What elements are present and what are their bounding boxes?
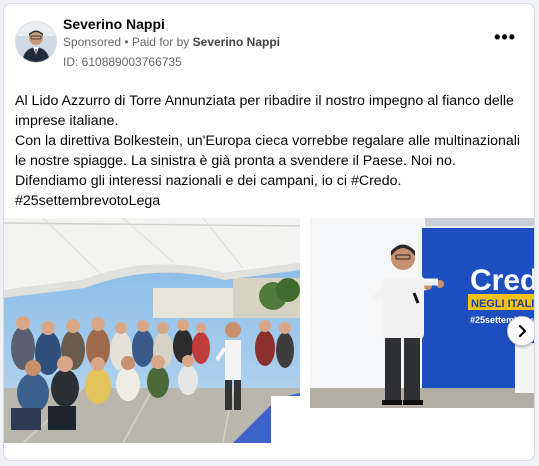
sponsored-label: Sponsored (63, 35, 122, 49)
advertiser-avatar[interactable] (15, 21, 57, 63)
carousel-next-button[interactable] (507, 316, 534, 346)
more-options-button[interactable]: ••• (494, 28, 516, 46)
ad-card: Severino Nappi Sponsored • Paid for by S… (3, 3, 535, 461)
paid-for-name: Severino Nappi (192, 35, 280, 49)
carousel-image-speaker[interactable]: Credo NEGLI ITALIA #25settembrevotoL (310, 218, 535, 408)
chevron-right-icon (518, 325, 527, 337)
body-paragraph: Con la direttiva Bolkestein, un'Europa c… (15, 133, 521, 189)
body-hashtag: #25settembrevotoLega (15, 193, 161, 209)
more-horizontal-icon: ••• (494, 27, 516, 47)
body-paragraph: Al Lido Azzurro di Torre Annunziata per … (15, 93, 514, 129)
banner-title: Credo (470, 264, 535, 297)
carousel-image-crowd[interactable] (4, 218, 300, 443)
ad-body-text: Al Lido Azzurro di Torre Annunziata per … (15, 91, 525, 211)
advertiser-name[interactable]: Severino Nappi (63, 16, 165, 32)
sponsored-line: Sponsored • Paid for by Severino Nappi (63, 35, 280, 49)
library-id: ID: 610889003766735 (63, 55, 182, 69)
banner-subtitle: NEGLI ITALIA (471, 298, 535, 310)
paid-for-prefix: • Paid for by (124, 35, 190, 49)
